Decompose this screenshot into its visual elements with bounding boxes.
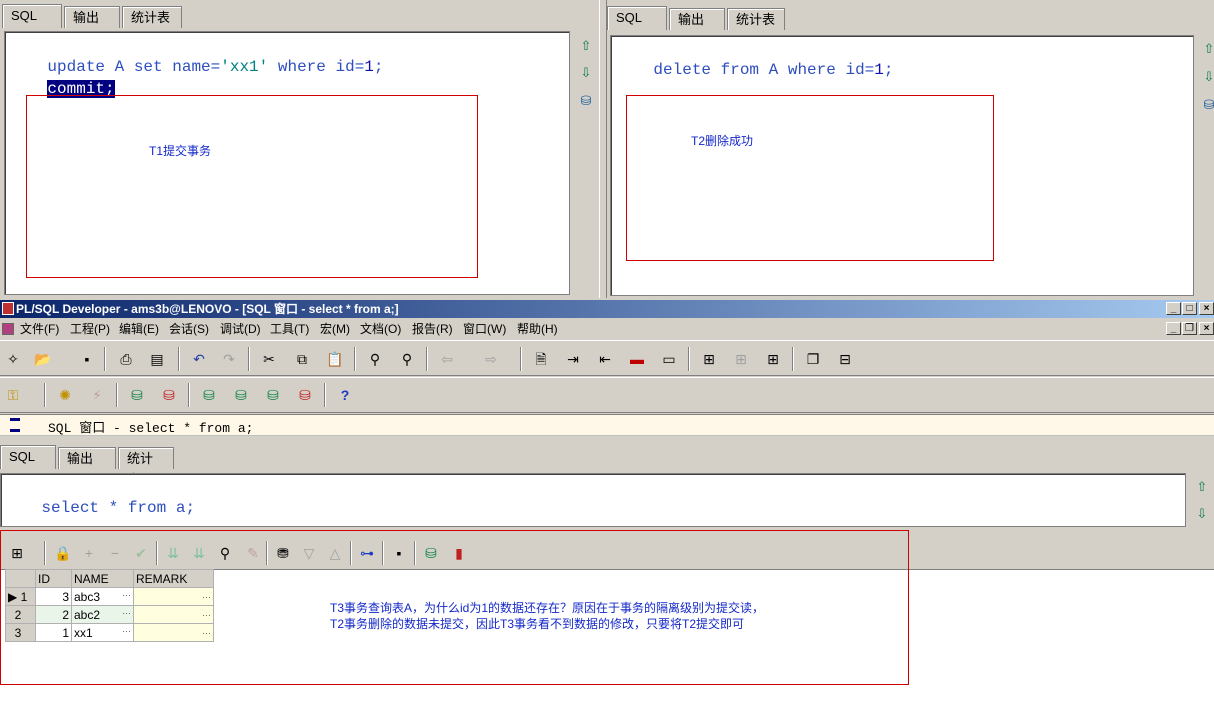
database-icon[interactable]: ⛁: [1200, 96, 1214, 114]
arrow-down-icon[interactable]: ⇩: [577, 64, 595, 82]
menu-session[interactable]: 会话(S): [169, 319, 209, 339]
rollback-icon[interactable]: ⛁: [158, 384, 180, 406]
forward-icon[interactable]: ⇨: [480, 348, 502, 370]
menu-document[interactable]: 文档(O): [360, 319, 401, 339]
tab-stats[interactable]: 统计表: [727, 8, 785, 30]
annotation-box: [26, 95, 478, 278]
menu-edit[interactable]: 编辑(E): [119, 319, 159, 339]
commit-icon[interactable]: ⛁: [126, 384, 148, 406]
menu-tools[interactable]: 工具(T): [270, 319, 309, 339]
paste-icon[interactable]: 📋: [324, 348, 346, 370]
tab-output[interactable]: 输出: [64, 6, 120, 28]
window-caption-bar[interactable]: SQL 窗口 - select * from a;: [0, 414, 1214, 436]
annotation-text: T1提交事务: [149, 144, 212, 158]
annotation-box: [626, 95, 994, 261]
app-title-bar[interactable]: PL/SQL Developer - ams3b@LENOVO - [SQL 窗…: [0, 300, 1214, 318]
print-preview-icon[interactable]: ▤: [146, 348, 168, 370]
window-list-icon[interactable]: ❐: [802, 348, 824, 370]
main-toolbar: ✧ 📂 ▪ ⎙ ▤ ↶ ↷ ✂ ⧉ 📋 ⚲ ⚲ ⇦ ⇨ 🗎 ⇥ ⇤ ▬ ▭ ⊞ …: [0, 340, 1214, 376]
tab-stats[interactable]: 统计表: [118, 447, 174, 487]
menu-file[interactable]: 文件(F): [20, 319, 59, 339]
menu-report[interactable]: 报告(R): [412, 319, 453, 339]
tab-sql[interactable]: SQL: [0, 445, 56, 469]
annotation-text: T2删除成功: [691, 134, 754, 148]
left-sql-editor[interactable]: update A set name='xx1' where id=1; comm…: [4, 31, 570, 295]
undo-icon[interactable]: ↶: [188, 348, 210, 370]
arrow-down-icon[interactable]: ⇩: [1200, 68, 1214, 86]
minimize-icon[interactable]: _: [1166, 302, 1181, 315]
key-icon[interactable]: ⚿: [2, 384, 24, 406]
mdi-minimize-icon[interactable]: _: [1166, 322, 1181, 335]
sql-icon[interactable]: ⛁: [230, 384, 252, 406]
right-sql-editor[interactable]: delete from A where id=1; T2删除成功: [610, 35, 1194, 296]
menu-project[interactable]: 工程(P): [70, 319, 110, 339]
doc-icon[interactable]: [2, 323, 14, 335]
explain-icon[interactable]: ⊞: [762, 348, 784, 370]
right-tabbar: SQL 输出 统计表: [607, 6, 787, 30]
session-toolbar: ⚿ ✺ ⚡ ⛁ ⛁ ⛁ ⛁ ⛁ ⛁ ?: [0, 377, 1214, 413]
uncomment-icon[interactable]: ⊞: [730, 348, 752, 370]
print-icon[interactable]: ⎙: [115, 348, 137, 370]
cut-icon[interactable]: ✂: [258, 348, 280, 370]
tab-output[interactable]: 输出: [58, 447, 116, 469]
comment-icon[interactable]: ⊞: [698, 348, 720, 370]
maximize-icon[interactable]: □: [1182, 302, 1197, 315]
copy-icon[interactable]: ⧉: [291, 348, 313, 370]
menu-debug[interactable]: 调试(D): [220, 319, 261, 339]
tab-output[interactable]: 输出: [669, 8, 725, 30]
tile-icon[interactable]: ⊟: [834, 348, 856, 370]
arrow-up-icon[interactable]: ⇧: [577, 37, 595, 55]
arrow-up-icon[interactable]: ⇧: [1200, 40, 1214, 58]
new-icon[interactable]: ✧: [2, 348, 24, 370]
app-icon: [2, 302, 14, 315]
tab-stats[interactable]: 统计表: [122, 6, 182, 28]
window-icon: [10, 418, 20, 432]
mdi-restore-icon[interactable]: ❐: [1182, 322, 1197, 335]
find-icon[interactable]: ⚲: [364, 348, 386, 370]
file-icon[interactable]: 🗎: [530, 348, 552, 370]
uppercase-icon[interactable]: ▬: [626, 348, 648, 370]
sql-window-tabbar: SQL 输出 统计表: [0, 445, 176, 487]
save-icon[interactable]: ▪: [76, 348, 98, 370]
pane-divider[interactable]: [599, 0, 607, 298]
redo-icon[interactable]: ↷: [218, 348, 240, 370]
close-icon[interactable]: ×: [1199, 302, 1214, 315]
code-line-1: delete from A where id=1;: [653, 61, 894, 79]
window-caption: SQL 窗口 - select * from a;: [48, 421, 254, 436]
menu-help[interactable]: 帮助(H): [517, 319, 558, 339]
tab-sql[interactable]: SQL: [607, 6, 667, 30]
find-next-icon[interactable]: ⚲: [396, 348, 418, 370]
execute-icon[interactable]: ✺: [54, 384, 76, 406]
session-icon[interactable]: ⛁: [198, 384, 220, 406]
mdi-close-icon[interactable]: ×: [1199, 322, 1214, 335]
arrow-down-icon[interactable]: ⇩: [1193, 505, 1211, 523]
back-icon[interactable]: ⇦: [436, 348, 458, 370]
database-icon[interactable]: ⛁: [577, 92, 595, 110]
disconnect-icon[interactable]: ⛁: [294, 384, 316, 406]
tab-sql[interactable]: SQL: [2, 4, 62, 28]
break-icon[interactable]: ⚡: [86, 384, 108, 406]
query-editor[interactable]: select * from a;: [0, 473, 1186, 527]
help-icon[interactable]: ?: [334, 384, 356, 406]
open-icon[interactable]: 📂: [32, 348, 54, 370]
lowercase-icon[interactable]: ▭: [658, 348, 680, 370]
annotation-text: T3事务查询表A，为什么id为1的数据还存在？原因在于事务的隔离级别为提交读， …: [330, 601, 765, 631]
unindent-icon[interactable]: ⇤: [594, 348, 616, 370]
app-title: PL/SQL Developer - ams3b@LENOVO - [SQL 窗…: [16, 302, 399, 316]
menu-window[interactable]: 窗口(W): [463, 319, 506, 339]
indent-icon[interactable]: ⇥: [562, 348, 584, 370]
arrow-up-icon[interactable]: ⇧: [1193, 478, 1211, 496]
menu-macro[interactable]: 宏(M): [320, 319, 350, 339]
menu-bar: 文件(F) 工程(P) 编辑(E) 会话(S) 调试(D) 工具(T) 宏(M)…: [0, 319, 1214, 339]
connect-icon[interactable]: ⛁: [262, 384, 284, 406]
left-tabbar: SQL 输出 统计表: [2, 4, 184, 28]
